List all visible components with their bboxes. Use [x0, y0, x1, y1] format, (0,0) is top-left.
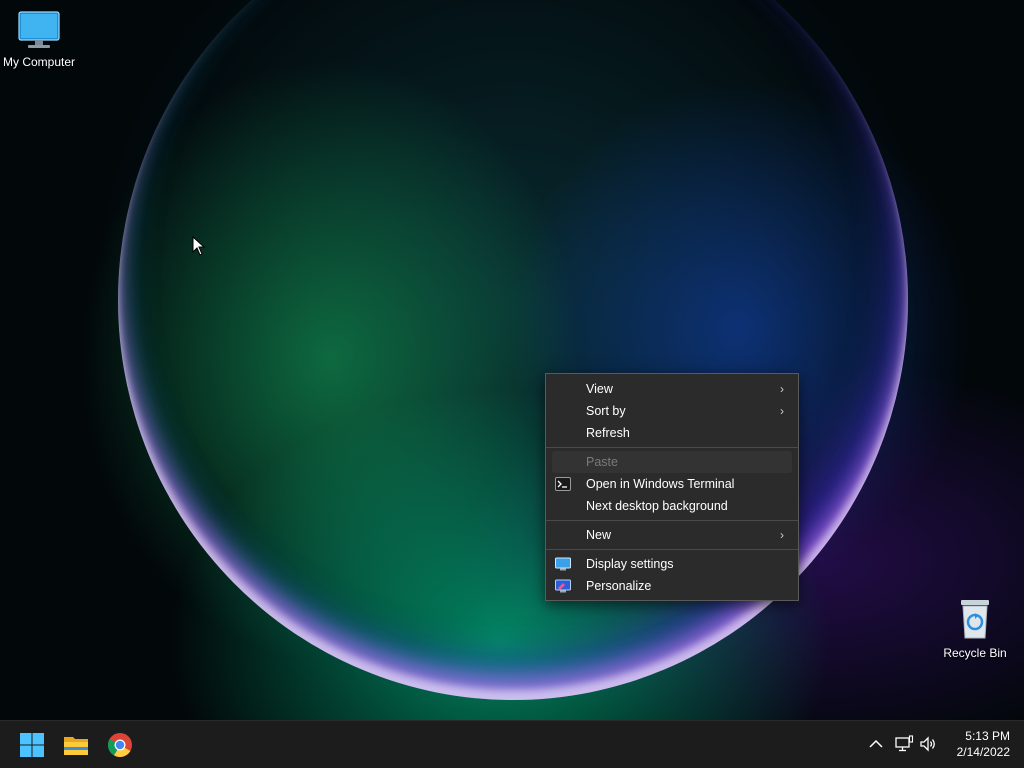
desktop-icon-my-computer[interactable]: My Computer	[0, 10, 81, 69]
menu-item-open-terminal[interactable]: Open in Windows Terminal	[552, 473, 792, 495]
menu-item-label: View	[586, 382, 613, 396]
menu-separator	[546, 520, 798, 521]
menu-item-label: Personalize	[586, 579, 652, 593]
desktop-context-menu: View › Sort by › Refresh Paste Open in W…	[545, 373, 799, 601]
menu-item-refresh[interactable]: Refresh	[552, 422, 792, 444]
desktop-icon-recycle-bin[interactable]: Recycle Bin	[933, 597, 1017, 660]
monitor-icon	[18, 11, 60, 48]
chevron-right-icon: ›	[780, 528, 784, 542]
menu-item-label: Sort by	[586, 404, 626, 418]
menu-item-label: Next desktop background	[586, 499, 728, 513]
menu-item-new[interactable]: New ›	[552, 524, 792, 546]
menu-item-personalize[interactable]: Personalize	[552, 575, 792, 597]
desktop-icon-label: Recycle Bin	[943, 646, 1007, 660]
windows-logo-icon	[20, 733, 44, 757]
menu-item-label: Paste	[586, 455, 618, 469]
mouse-cursor-icon	[192, 236, 206, 256]
menu-item-sort-by[interactable]: Sort by ›	[552, 400, 792, 422]
chrome-icon	[107, 733, 132, 758]
chevron-up-icon[interactable]	[866, 734, 886, 754]
menu-item-label: Refresh	[586, 426, 630, 440]
menu-separator	[546, 549, 798, 550]
taskbar: 5:13 PM 2/14/2022	[0, 720, 1024, 768]
recycle-bin-icon	[961, 600, 989, 639]
desktop-icon-label: My Computer	[2, 55, 76, 69]
menu-item-label: Display settings	[586, 557, 674, 571]
desktop[interactable]: My Computer Recycle Bin View › Sort by ›…	[0, 0, 1024, 768]
chrome-button[interactable]	[104, 729, 136, 761]
menu-item-label: Open in Windows Terminal	[586, 477, 735, 491]
personalize-icon	[555, 579, 571, 593]
clock-time: 5:13 PM	[965, 729, 1010, 743]
volume-icon[interactable]	[918, 734, 938, 754]
menu-item-view[interactable]: View ›	[552, 378, 792, 400]
clock-date: 2/14/2022	[956, 745, 1010, 759]
menu-item-paste[interactable]: Paste	[552, 451, 792, 473]
menu-separator	[546, 447, 798, 448]
chevron-right-icon: ›	[780, 382, 784, 396]
taskbar-clock[interactable]: 5:13 PM 2/14/2022	[944, 728, 1010, 760]
network-icon[interactable]	[894, 734, 914, 754]
chevron-right-icon: ›	[780, 404, 784, 418]
terminal-icon	[555, 477, 571, 491]
menu-item-display-settings[interactable]: Display settings	[552, 553, 792, 575]
folder-icon	[64, 737, 88, 755]
display-icon	[555, 557, 571, 571]
menu-item-label: New	[586, 528, 612, 542]
menu-item-next-background[interactable]: Next desktop background	[552, 495, 792, 517]
file-explorer-button[interactable]	[60, 729, 92, 761]
start-button[interactable]	[16, 729, 48, 761]
